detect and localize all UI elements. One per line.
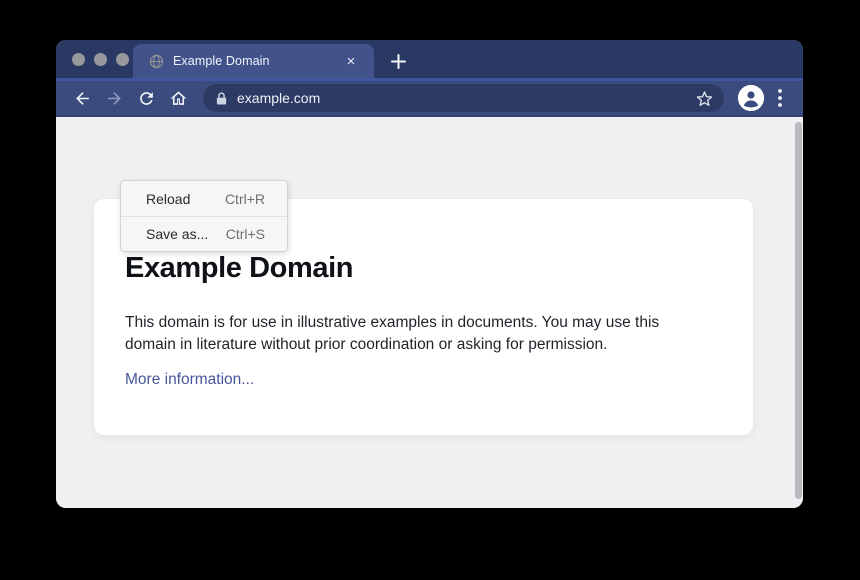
context-menu-item-save-as[interactable]: Save as... Ctrl+S <box>121 216 287 251</box>
page-content: Example Domain This domain is for use in… <box>56 117 803 508</box>
home-button[interactable] <box>165 85 191 111</box>
plus-icon <box>391 54 406 69</box>
tab-title: Example Domain <box>173 54 342 68</box>
window-close-button[interactable] <box>72 53 85 66</box>
home-icon <box>169 89 188 108</box>
back-arrow-icon <box>73 89 92 108</box>
more-information-link[interactable]: More information... <box>125 371 254 389</box>
new-tab-button[interactable] <box>386 49 410 73</box>
menu-item-shortcut: Ctrl+S <box>226 226 265 242</box>
browser-tab[interactable]: Example Domain × <box>133 44 374 78</box>
lock-icon <box>215 91 228 106</box>
star-icon[interactable] <box>695 89 714 108</box>
menu-item-label: Reload <box>146 191 190 207</box>
page-title: Example Domain <box>125 250 708 286</box>
screenshot-stage: Example Domain × <box>0 0 860 580</box>
url-text[interactable]: example.com <box>237 90 695 106</box>
menu-item-label: Save as... <box>146 226 208 242</box>
window-minimize-button[interactable] <box>94 53 107 66</box>
address-bar[interactable]: example.com <box>203 84 724 112</box>
forward-button[interactable] <box>101 85 127 111</box>
window-controls <box>72 53 129 66</box>
context-menu-item-reload[interactable]: Reload Ctrl+R <box>121 181 287 216</box>
navigation-toolbar: example.com <box>56 78 803 117</box>
globe-icon <box>149 54 164 69</box>
tab-close-icon[interactable]: × <box>342 52 360 70</box>
context-menu: Reload Ctrl+R Save as... Ctrl+S <box>120 180 288 252</box>
menu-item-shortcut: Ctrl+R <box>225 191 265 207</box>
browser-window: Example Domain × <box>56 40 803 508</box>
forward-arrow-icon <box>105 89 124 108</box>
reload-button[interactable] <box>133 85 159 111</box>
three-dot-menu-icon <box>778 89 782 107</box>
vertical-scrollbar[interactable] <box>795 122 802 499</box>
person-icon <box>738 85 764 111</box>
profile-avatar-icon[interactable] <box>738 85 764 111</box>
back-button[interactable] <box>69 85 95 111</box>
reload-icon <box>137 89 156 108</box>
titlebar: Example Domain × <box>56 40 803 78</box>
window-zoom-button[interactable] <box>116 53 129 66</box>
browser-menu-button[interactable] <box>770 85 790 111</box>
page-paragraph: This domain is for use in illustrative e… <box>125 312 713 356</box>
